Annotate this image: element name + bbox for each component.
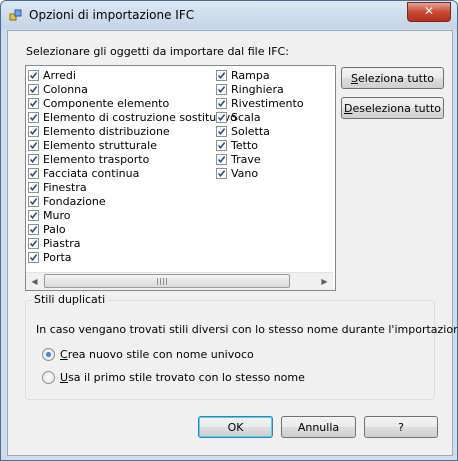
- object-checklist[interactable]: Arredi Colonna Componente elemento Elemento…: [25, 65, 336, 291]
- list-item-label: Ringhiera: [231, 82, 284, 96]
- list-item-label: Elemento trasporto: [43, 152, 150, 166]
- title-bar[interactable]: Opzioni di importazione IFC ✕: [1, 1, 457, 29]
- duplicate-styles-group: Stili duplicati In caso vengano trovati …: [25, 293, 457, 400]
- list-item-label: Rampa: [231, 68, 270, 82]
- checkbox[interactable]: [28, 83, 39, 95]
- close-icon: ✕: [423, 4, 435, 18]
- scroll-thumb[interactable]: [44, 274, 290, 288]
- instruction-label: Selezionare gli oggetti da importare dal…: [26, 45, 289, 58]
- radio-button-create-new[interactable]: [42, 348, 55, 361]
- list-item-label: Arredi: [43, 68, 76, 82]
- list-item[interactable]: Finestra: [28, 180, 214, 194]
- radio-button-use-first[interactable]: [42, 371, 55, 384]
- checkbox[interactable]: [28, 195, 39, 207]
- checkbox[interactable]: [28, 139, 39, 151]
- list-item-label: Palo: [43, 222, 66, 236]
- list-item-label: Finestra: [43, 180, 87, 194]
- checkbox[interactable]: [28, 125, 39, 137]
- list-item[interactable]: Soletta: [216, 124, 326, 138]
- checklist-column-2: Rampa Ringhiera Rivestimento Scala Soletta Te…: [216, 68, 326, 180]
- list-item[interactable]: Elemento di costruzione sostitutivo: [28, 110, 237, 124]
- list-item-label: Trave: [231, 152, 261, 166]
- checkbox[interactable]: [216, 139, 227, 151]
- checkbox[interactable]: [28, 111, 39, 123]
- list-item[interactable]: Elemento distribuzione: [28, 124, 214, 138]
- checkbox[interactable]: [216, 125, 227, 137]
- list-item-label: Rivestimento: [231, 96, 304, 110]
- list-item-label: Componente elemento: [43, 96, 170, 110]
- checkbox[interactable]: [216, 167, 227, 179]
- checkbox[interactable]: [216, 69, 227, 81]
- select-all-button[interactable]: Seleziona tutto: [341, 67, 444, 89]
- list-item-label: Tetto: [231, 138, 258, 152]
- checkbox[interactable]: [28, 251, 39, 263]
- list-item-label: Elemento strutturale: [43, 138, 157, 152]
- list-item[interactable]: Porta: [28, 250, 214, 264]
- list-item[interactable]: Arredi: [28, 68, 214, 82]
- list-item[interactable]: Scala: [216, 110, 326, 124]
- horizontal-scrollbar[interactable]: ◀ ▶: [26, 272, 333, 290]
- list-item[interactable]: Muro: [28, 208, 214, 222]
- checkbox[interactable]: [28, 167, 39, 179]
- list-item-label: Fondazione: [43, 194, 106, 208]
- checkbox[interactable]: [28, 237, 39, 249]
- list-item[interactable]: Trave: [216, 152, 326, 166]
- list-item-label: Facciata continua: [43, 166, 140, 180]
- dialog-window: Opzioni di importazione IFC ✕ Selezionar…: [0, 0, 458, 461]
- checklist-column-1: Arredi Colonna Componente elemento Elemento…: [28, 68, 237, 264]
- checkbox[interactable]: [216, 97, 227, 109]
- list-item[interactable]: Tetto: [216, 138, 326, 152]
- ok-button[interactable]: OK: [198, 416, 273, 438]
- list-item-label: Porta: [43, 250, 72, 264]
- list-item[interactable]: Elemento strutturale: [28, 138, 214, 152]
- checkbox[interactable]: [216, 153, 227, 165]
- list-item-label: Elemento di costruzione sostitutivo: [43, 110, 237, 124]
- list-item[interactable]: Palo: [28, 222, 214, 236]
- window-title: Opzioni di importazione IFC: [29, 8, 195, 22]
- list-item[interactable]: Rivestimento: [216, 96, 326, 110]
- list-item[interactable]: Rampa: [216, 68, 326, 82]
- radio-create-new-style[interactable]: Crea nuovo stile con nome univoco: [42, 348, 254, 361]
- grip-icon: [157, 278, 167, 285]
- list-item-label: Vano: [231, 166, 259, 180]
- help-button[interactable]: ?: [364, 416, 438, 438]
- checkbox[interactable]: [28, 97, 39, 109]
- list-item[interactable]: Fondazione: [28, 194, 214, 208]
- group-label: Stili duplicati: [32, 293, 108, 306]
- list-item-label: Muro: [43, 208, 71, 222]
- dialog-client: Selezionare gli oggetti da importare dal…: [7, 30, 457, 456]
- list-item-label: Soletta: [231, 124, 270, 138]
- scroll-left-icon[interactable]: ◀: [26, 273, 43, 290]
- list-item[interactable]: Elemento trasporto: [28, 152, 214, 166]
- group-description: In caso vengano trovati stili diversi co…: [36, 323, 458, 336]
- list-item[interactable]: Piastra: [28, 236, 214, 250]
- checkbox[interactable]: [28, 181, 39, 193]
- radio-use-first-style[interactable]: Usa il primo stile trovato con lo stesso…: [42, 371, 305, 384]
- list-item-label: Elemento distribuzione: [43, 124, 170, 138]
- deselect-all-button[interactable]: Deseleziona tutto: [341, 97, 444, 119]
- cancel-button[interactable]: Annulla: [281, 416, 356, 438]
- checkbox[interactable]: [28, 69, 39, 81]
- checkbox[interactable]: [216, 83, 227, 95]
- list-item[interactable]: Componente elemento: [28, 96, 214, 110]
- list-item-label: Scala: [231, 110, 261, 124]
- scroll-right-icon[interactable]: ▶: [316, 273, 333, 290]
- checkbox[interactable]: [216, 111, 227, 123]
- list-item[interactable]: Ringhiera: [216, 82, 326, 96]
- checkbox[interactable]: [28, 223, 39, 235]
- checkbox[interactable]: [28, 153, 39, 165]
- list-item[interactable]: Facciata continua: [28, 166, 214, 180]
- app-icon: [9, 9, 22, 21]
- close-button[interactable]: ✕: [407, 2, 451, 22]
- checkbox[interactable]: [28, 209, 39, 221]
- list-item[interactable]: Vano: [216, 166, 326, 180]
- list-item[interactable]: Colonna: [28, 82, 214, 96]
- list-item-label: Piastra: [43, 236, 81, 250]
- list-item-label: Colonna: [43, 82, 88, 96]
